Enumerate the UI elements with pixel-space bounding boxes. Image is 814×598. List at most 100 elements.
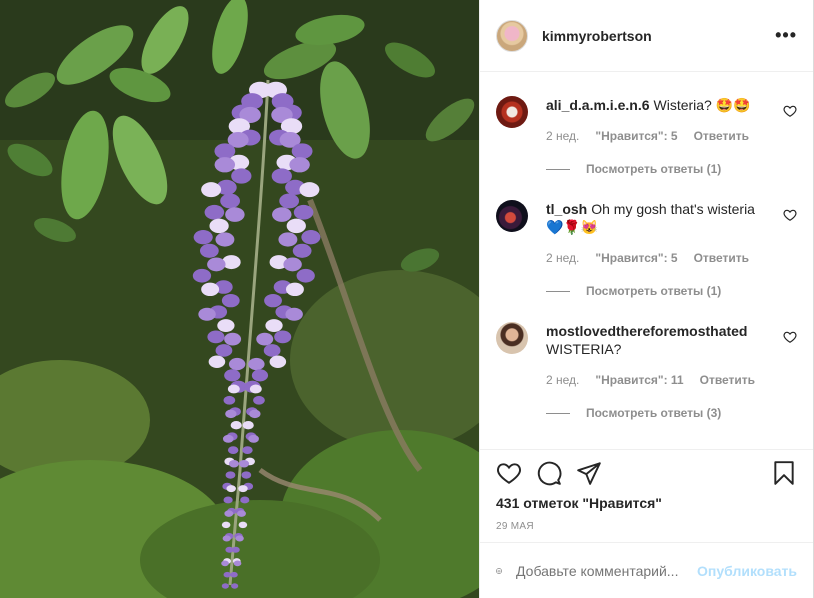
wisteria-floret — [251, 369, 269, 382]
wisteria-floret — [256, 332, 274, 346]
wisteria-floret — [299, 182, 320, 198]
action-icons — [496, 460, 797, 488]
comment-icon[interactable] — [536, 460, 562, 486]
wisteria-floret — [199, 243, 219, 258]
comment-age[interactable]: 2 нед. — [546, 129, 579, 143]
publish-button[interactable]: Опубликовать — [697, 563, 797, 579]
wisteria-floret — [227, 446, 239, 455]
wisteria-floret — [286, 218, 306, 234]
wisteria-floret — [248, 434, 259, 443]
wisteria-floret — [224, 510, 234, 517]
comment-text: Wisteria? 🤩🤩 — [653, 97, 751, 113]
wisteria-floret — [221, 293, 240, 308]
more-icon[interactable]: ••• — [775, 25, 797, 46]
wisteria-floret — [274, 330, 292, 344]
wisteria-floret — [215, 232, 235, 247]
comment-like-heart-icon[interactable] — [783, 104, 797, 118]
heart-icon[interactable] — [496, 460, 522, 486]
reply-button[interactable]: Ответить — [694, 251, 749, 265]
author-avatar[interactable] — [496, 19, 528, 52]
post-photo[interactable] — [0, 0, 479, 598]
share-icon[interactable] — [576, 460, 602, 486]
wisteria-floret — [221, 560, 229, 567]
comment-like-heart-icon[interactable] — [783, 330, 797, 344]
wisteria-floret — [201, 282, 220, 297]
replies-divider — [546, 412, 570, 414]
comment-item: mostlovedthereforemosthated WISTERIA? 2 н… — [496, 322, 797, 422]
commenter-avatar[interactable] — [496, 200, 528, 232]
wisteria-photo — [0, 0, 479, 598]
comment-age[interactable]: 2 нед. — [546, 373, 579, 387]
commenter-username[interactable]: tl_osh — [546, 201, 587, 217]
wisteria-floret — [253, 395, 265, 405]
wisteria-floret — [222, 434, 234, 443]
wisteria-floret — [226, 485, 236, 493]
comment-item: ali_d.a.m.i.e.n.6 Wisteria? 🤩🤩 2 нед. "Нр… — [496, 96, 797, 196]
reply-button[interactable]: Ответить — [694, 129, 749, 143]
wisteria-floret — [201, 182, 222, 198]
emoji-icon[interactable] — [496, 559, 502, 583]
commenter-avatar[interactable] — [496, 322, 528, 354]
view-replies-label: Посмотреть ответы (1) — [586, 162, 722, 176]
wisteria-floret — [235, 535, 244, 542]
post-date[interactable]: 29 МАЯ — [496, 521, 534, 532]
wisteria-floret — [240, 496, 250, 504]
wisteria-floret — [223, 496, 233, 504]
view-replies-button[interactable]: Посмотреть ответы (1) — [546, 162, 721, 176]
wisteria-floret — [278, 232, 298, 247]
wisteria-floret — [241, 471, 252, 479]
comment-likes[interactable]: "Нравится": 5 — [595, 129, 677, 143]
wisteria-floret — [279, 193, 300, 209]
wisteria-floret — [225, 207, 245, 222]
view-replies-button[interactable]: Посмотреть ответы (1) — [546, 284, 721, 298]
view-replies-label: Посмотреть ответы (3) — [586, 406, 722, 420]
wisteria-floret — [264, 293, 282, 308]
wisteria-floret — [228, 357, 246, 371]
wisteria-floret — [291, 143, 313, 159]
wisteria-floret — [271, 168, 292, 184]
view-replies-button[interactable]: Посмотреть ответы (3) — [546, 406, 721, 420]
post-likes-count[interactable]: 431 отметок "Нравится" — [496, 495, 662, 511]
wisteria-floret — [222, 535, 231, 542]
wisteria-floret — [242, 421, 254, 430]
wisteria-floret — [283, 257, 302, 272]
comment-likes[interactable]: "Нравится": 5 — [595, 251, 677, 265]
wisteria-floret — [230, 421, 242, 430]
reply-button[interactable]: Ответить — [700, 373, 755, 387]
wisteria-floret — [224, 369, 241, 382]
view-replies-label: Посмотреть ответы (1) — [586, 284, 722, 298]
wisteria-floret — [207, 330, 225, 344]
wisteria-floret — [263, 344, 281, 357]
commenter-avatar[interactable] — [496, 96, 528, 128]
wisteria-floret — [221, 521, 231, 529]
replies-divider — [546, 290, 570, 292]
post-detail-panel: kimmyrobertson ••• ali_d.a.m.i.e.n.6 Wist… — [479, 0, 814, 598]
comment-input[interactable] — [516, 562, 698, 579]
wisteria-floret — [207, 257, 226, 272]
comment-body: ali_d.a.m.i.e.n.6 Wisteria? 🤩🤩 — [546, 96, 769, 114]
wisteria-floret — [204, 204, 225, 220]
wisteria-floret — [238, 521, 248, 529]
wisteria-floret — [248, 357, 265, 371]
wisteria-floret — [293, 204, 314, 220]
wisteria-floret — [301, 230, 321, 245]
comment-likes[interactable]: "Нравится": 11 — [595, 373, 683, 387]
comment-like-heart-icon[interactable] — [783, 208, 797, 222]
comment-age[interactable]: 2 нед. — [546, 251, 579, 265]
wisteria-floret — [237, 510, 246, 517]
comment-body: tl_osh Oh my gosh that's wisteria 💙🌹😻 — [546, 200, 769, 236]
wisteria-floret — [249, 384, 262, 394]
wisteria-floret — [238, 485, 248, 493]
commenter-username[interactable]: ali_d.a.m.i.e.n.6 — [546, 97, 650, 113]
author-username[interactable]: kimmyrobertson — [542, 28, 775, 44]
wisteria-floret — [225, 409, 237, 419]
comment-meta: 2 нед. "Нравится": 11 Ответить — [546, 373, 755, 387]
wisteria-floret — [230, 571, 238, 578]
commenter-username[interactable]: mostlovedthereforemosthated — [546, 323, 747, 339]
wisteria-floret — [289, 157, 310, 173]
wisteria-floret — [208, 355, 226, 368]
bookmark-icon[interactable] — [771, 460, 797, 486]
wisteria-floret — [265, 319, 283, 333]
wisteria-floret — [223, 395, 236, 405]
wisteria-floret — [285, 282, 304, 297]
